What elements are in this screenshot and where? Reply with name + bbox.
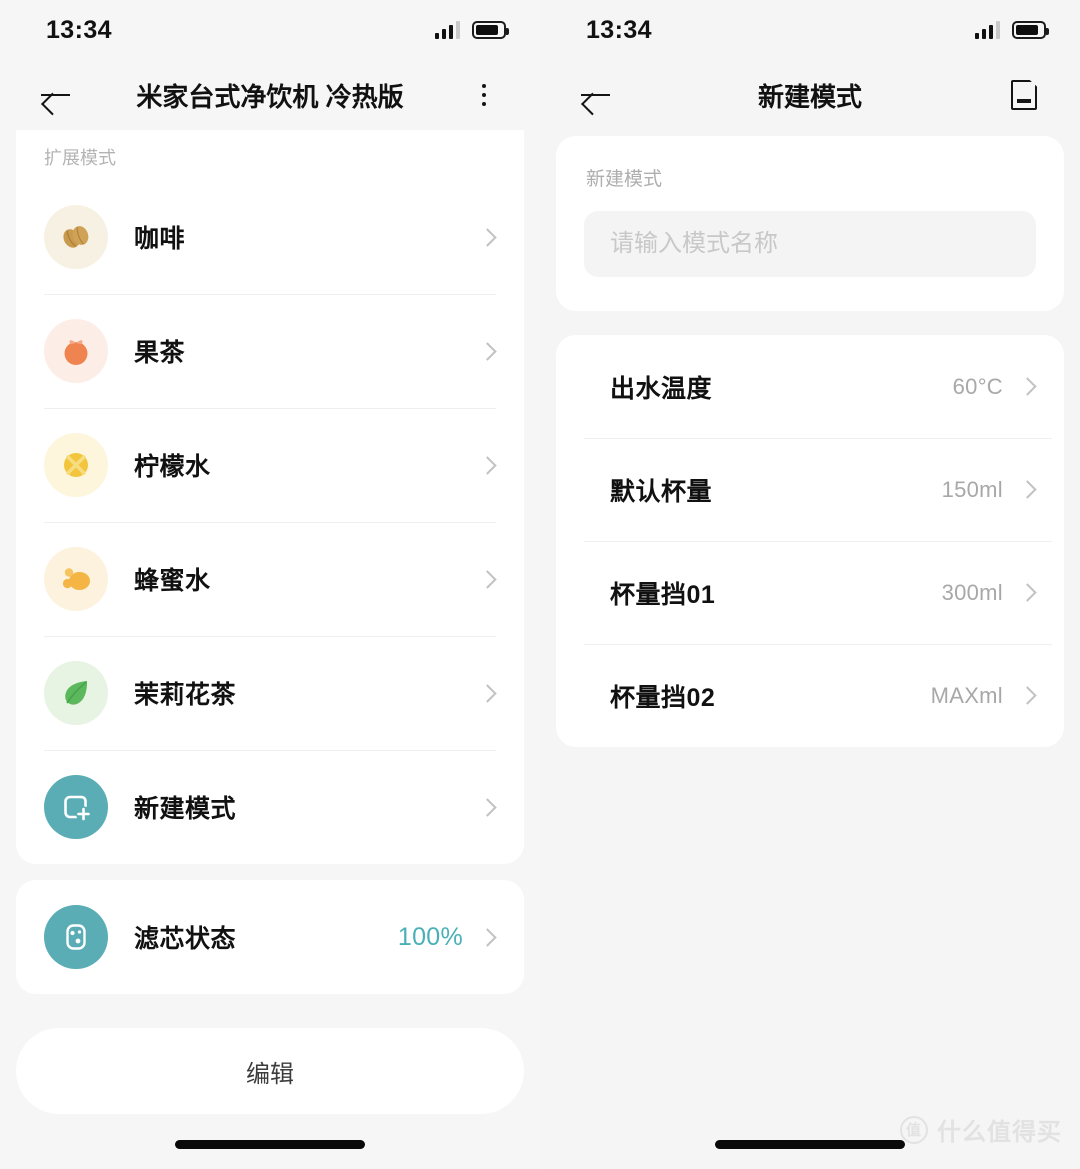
list-item-label: 果茶 — [134, 339, 186, 367]
chevron-right-icon — [1018, 583, 1037, 602]
back-arrow-icon — [581, 84, 611, 106]
chevron-right-icon — [478, 927, 497, 947]
list-item-mode-jasmine-tea[interactable]: 茉莉花茶 — [16, 636, 524, 750]
chevron-right-icon — [478, 683, 497, 703]
chevron-right-icon — [478, 455, 497, 475]
dual-screenshot: 13:34 米家台式净饮机 冷热版 扩展模式 咖啡 果茶 柠檬水 蜂蜜水 茉莉花… — [0, 0, 1080, 1169]
filter-percent-value: 100% — [397, 922, 463, 951]
screen-device-detail: 13:34 米家台式净饮机 冷热版 扩展模式 咖啡 果茶 柠檬水 蜂蜜水 茉莉花… — [0, 0, 540, 1169]
filter-status-card: 滤芯状态 100% — [16, 880, 524, 994]
status-icons — [974, 21, 1049, 39]
list-item-mode-coffee[interactable]: 咖啡 — [16, 180, 524, 294]
chevron-right-icon — [478, 227, 497, 247]
page-title: 米家台式净饮机 冷热版 — [136, 81, 404, 112]
list-item-label: 柠檬水 — [134, 453, 211, 481]
more-vertical-icon — [481, 83, 487, 107]
list-item-filter-status[interactable]: 滤芯状态 100% — [16, 880, 524, 994]
list-item-label: 新建模式 — [134, 795, 237, 823]
more-menu-button[interactable] — [460, 71, 508, 119]
list-item-label: 茉莉花茶 — [134, 681, 237, 709]
save-document-icon — [1011, 80, 1037, 110]
orange-fruit-icon — [44, 319, 108, 383]
page-title: 新建模式 — [757, 81, 862, 112]
home-indicator — [175, 1140, 365, 1149]
lemon-slice-icon — [44, 433, 108, 497]
list-item-label: 咖啡 — [134, 225, 186, 253]
nav-bar-right: 新建模式 — [540, 60, 1080, 130]
mode-name-form-card: 新建模式 — [556, 136, 1064, 311]
list-item-label: 杯量挡01 — [610, 580, 716, 609]
add-mode-icon — [44, 775, 108, 839]
list-item-water-temperature[interactable]: 出水温度 60°C — [556, 335, 1064, 438]
honey-dipper-icon — [44, 547, 108, 611]
list-item-mode-create-new[interactable]: 新建模式 — [16, 750, 524, 864]
chevron-right-icon — [478, 797, 497, 817]
mode-name-input[interactable] — [584, 211, 1036, 277]
list-item-cup-volume-level-01[interactable]: 杯量挡01 300ml — [556, 541, 1064, 644]
list-item-mode-honey-water[interactable]: 蜂蜜水 — [16, 522, 524, 636]
chevron-right-icon — [1018, 686, 1037, 705]
status-clock: 13:34 — [586, 15, 652, 44]
chevron-right-icon — [1018, 377, 1037, 396]
list-item-value: 150ml — [941, 476, 1003, 502]
watermark-smzdm: 值 什么值得买 — [900, 1112, 1062, 1147]
coffee-bean-icon — [44, 205, 108, 269]
tea-leaf-icon — [44, 661, 108, 725]
list-item-value: 60°C — [952, 373, 1003, 399]
filter-cartridge-icon — [44, 905, 108, 969]
battery-icon — [1012, 21, 1049, 39]
watermark-badge-icon: 值 — [900, 1115, 928, 1144]
form-label: 新建模式 — [586, 169, 663, 190]
list-item-cup-volume-level-02[interactable]: 杯量挡02 MAXml — [556, 644, 1064, 747]
list-item-mode-fruit-tea[interactable]: 果茶 — [16, 294, 524, 408]
home-indicator — [715, 1140, 905, 1149]
screen-create-mode: 13:34 新建模式 新建模式 出水温度 — [540, 0, 1080, 1169]
back-button[interactable] — [32, 71, 80, 119]
signal-bars-icon — [974, 21, 1000, 39]
list-item-value: 300ml — [941, 579, 1003, 605]
list-item-label: 出水温度 — [610, 374, 713, 403]
list-item-value: MAXml — [930, 682, 1003, 708]
list-item-label: 杯量挡02 — [610, 683, 716, 712]
watermark-text: 什么值得买 — [937, 1119, 1062, 1146]
save-button[interactable] — [1000, 71, 1048, 119]
mode-settings-card: 出水温度 60°C 默认杯量 150ml 杯量挡01 300ml 杯量挡02 M… — [556, 335, 1064, 747]
list-item-label: 蜂蜜水 — [134, 567, 211, 595]
chevron-right-icon — [1018, 480, 1037, 499]
chevron-right-icon — [478, 341, 497, 361]
list-item-label: 默认杯量 — [610, 477, 713, 506]
battery-icon — [472, 21, 509, 39]
back-button[interactable] — [572, 71, 620, 119]
status-icons — [434, 21, 509, 39]
status-clock: 13:34 — [46, 15, 112, 44]
list-item-label: 滤芯状态 — [134, 925, 237, 953]
nav-bar-left: 米家台式净饮机 冷热版 — [0, 60, 540, 130]
section-label-extended-modes: 扩展模式 — [16, 130, 524, 180]
status-bar-right: 13:34 — [540, 0, 1080, 60]
back-arrow-icon — [41, 84, 71, 106]
modes-card: 扩展模式 咖啡 果茶 柠檬水 蜂蜜水 茉莉花茶 新建模式 — [16, 130, 524, 864]
list-item-mode-lemon-water[interactable]: 柠檬水 — [16, 408, 524, 522]
list-item-default-cup-volume[interactable]: 默认杯量 150ml — [556, 438, 1064, 541]
signal-bars-icon — [434, 21, 460, 39]
status-bar-left: 13:34 — [0, 0, 540, 60]
chevron-right-icon — [478, 569, 497, 589]
edit-button[interactable]: 编辑 — [16, 1028, 524, 1114]
